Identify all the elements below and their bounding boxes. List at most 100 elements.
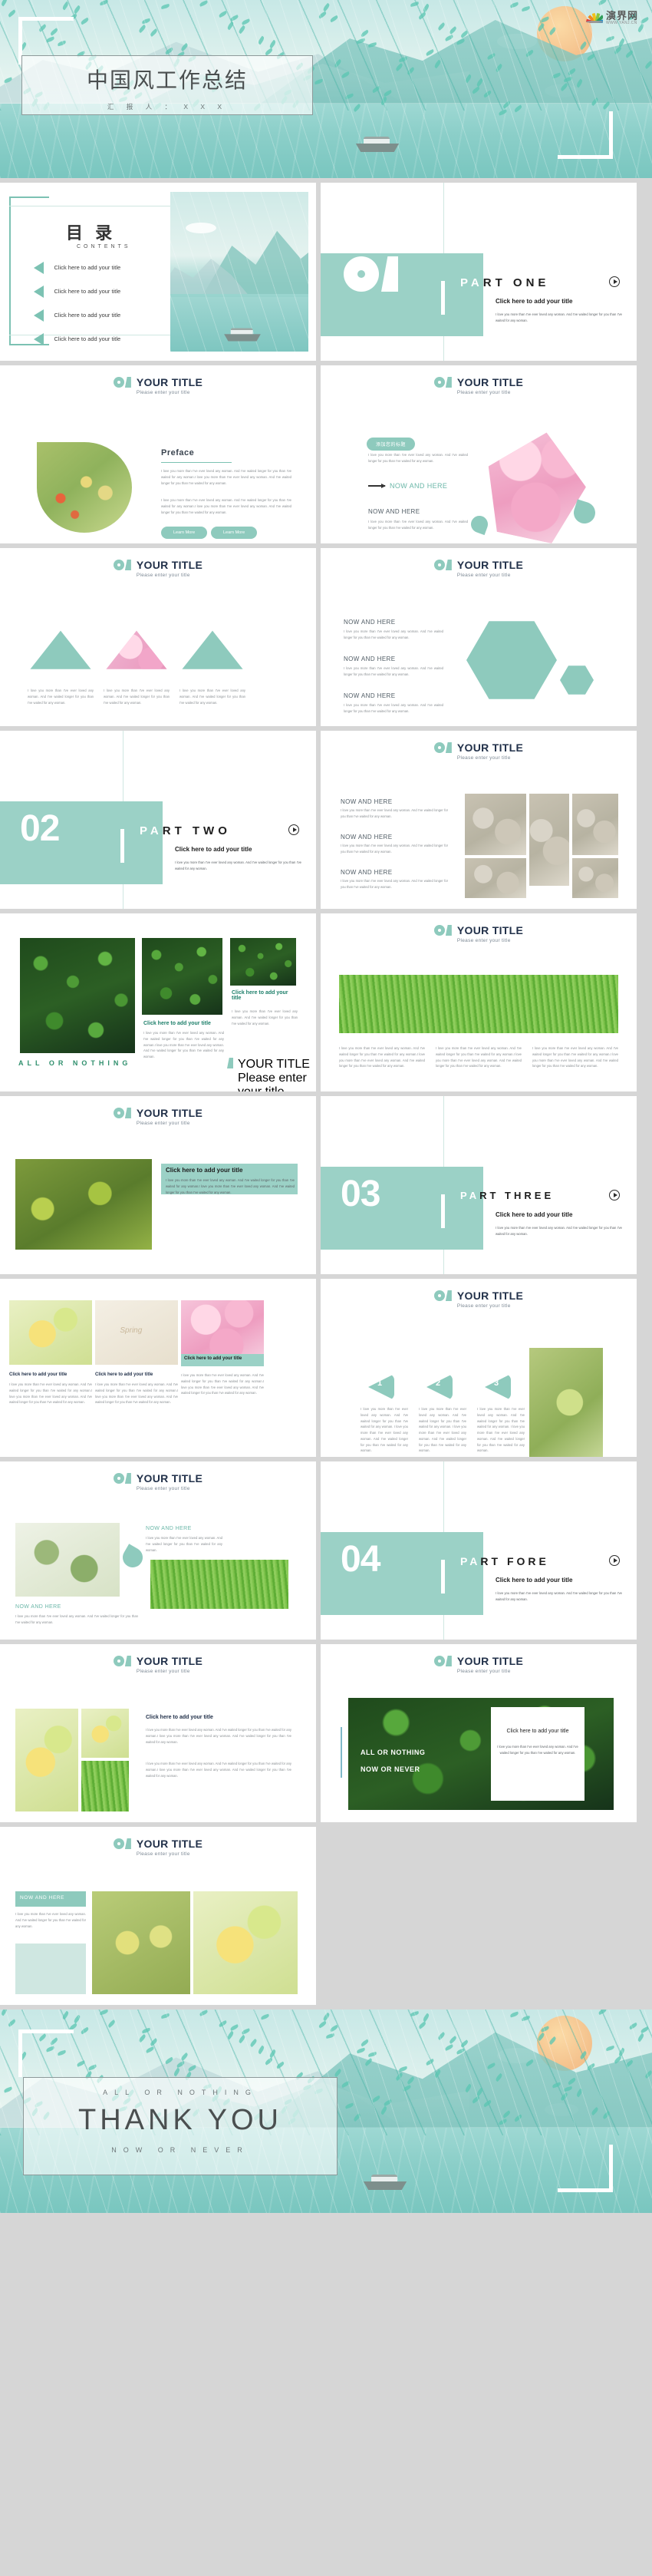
cover-slide[interactable]: 中国风工作总结 汇 报 人 ： X X X 演界网 WWW.YANJ.CN [0,0,652,178]
slide-title: YOUR TITLE [456,924,524,936]
hex-item-text-2: I love you more than I've ever loved any… [344,666,443,676]
toc-item-1[interactable]: Click here to add your title [34,285,120,299]
grass-col-1: I love you more than I've ever loved any… [339,1046,425,1068]
motto-all-or-nothing: ALL OR NOTHING [361,1749,426,1756]
now-and-here-row: NOW AND HERE [368,482,447,490]
content-slide-stone[interactable]: YOUR TITLE Please enter your title NOW A… [321,731,637,909]
photo-lemon [9,1300,92,1365]
triangle-left-icon [34,285,44,298]
closing-bottom-label: NOW OR NEVER [111,2146,249,2154]
stone-item-label-3: NOW AND HERE [341,869,393,876]
photo-stone-1 [465,794,526,855]
toc-item-3[interactable]: Click here to add your title [34,332,120,346]
toc-item-0[interactable]: Click here to add your title [34,261,120,275]
hedge-card-text-2: I love you more than I've ever loved any… [232,1009,298,1025]
photo-stone-4 [465,858,526,898]
slide-header: YOUR TITLE Please enter your title [321,913,637,943]
olive-item-label-2: NOW AND HERE [15,1604,61,1610]
content-slide-pear[interactable]: YOUR TITLE Please enter your title NOW A… [0,1827,316,2005]
slide-title: YOUR TITLE [136,376,203,388]
hex-item-label-2: NOW AND HERE [344,656,396,662]
marker-label-2: 2 [436,1379,441,1388]
olive-item-label-1: NOW AND HERE [146,1526,192,1531]
forest-caption: Click here to add your title [166,1167,243,1174]
slide-title: YOUR TITLE [456,741,524,754]
slide-subtitle: Please enter your title [456,1303,511,1309]
content-slide-preface[interactable]: 01 YOUR TITLE Please enter your title Pr… [0,365,316,543]
photo-pink-flowers [466,621,557,699]
stone-item-text-1: I love you more than I've ever loved any… [341,808,448,818]
slide-title: YOUR TITLE [238,1058,310,1071]
slide-number: 01 [113,377,131,388]
photo-lemon-sq1 [81,1709,129,1758]
preface-heading: Preface [161,448,195,457]
slide-header: YOUR TITLE Please enter your title [321,548,637,578]
slide-subtitle: Please enter your title [136,1486,190,1491]
closing-text-box: ALL OR NOTHING THANK YOU NOW OR NEVER [23,2077,338,2175]
section-slide-03[interactable]: 03 PART THREE Click here to add your tit… [321,1096,637,1274]
toc-title: 目 录 [66,223,117,243]
photo-hedge-small [230,938,296,986]
content-slide-dark[interactable]: YOUR TITLE Please enter your title ALL O… [321,1644,637,1822]
section-slide-02[interactable]: 02 PART TWO Click here to add your title… [0,731,316,909]
content-slide-hedge[interactable]: ALL OR NOTHING Click here to add your ti… [0,913,316,1091]
content-slide-forest[interactable]: YOUR TITLE Please enter your title Click… [0,1096,316,1274]
photo-stone-2 [529,794,569,886]
slide-subtitle: Please enter your title [238,1072,307,1091]
section-title: Click here to add your title [496,1211,573,1218]
play-icon[interactable] [609,1555,620,1566]
section-paragraph: I love you more than I've ever loved any… [496,1591,622,1601]
badge-label: 添加您的标题 [367,438,416,451]
stone-item-text-2: I love you more than I've ever loved any… [341,844,448,854]
slide-subtitle: Please enter your title [136,1851,190,1857]
closing-slide[interactable]: ALL OR NOTHING THANK YOU NOW OR NEVER [0,2010,652,2213]
content-slide-olive[interactable]: YOUR TITLE Please enter your title NOW A… [0,1461,316,1640]
marker-label-3: 3 [494,1379,499,1388]
brand-logo[interactable]: 演界网 WWW.YANJ.CN [585,10,638,25]
triangle-left-icon [34,332,44,345]
content-slide-hexagon[interactable]: YOUR TITLE Please enter your title NOW A… [321,548,637,726]
section-number: 02 [20,808,60,849]
section-number [344,256,398,292]
photo-spring: Spring [95,1300,178,1365]
slide-subtitle: Please enter your title [456,573,511,578]
section-slide-01[interactable]: PART ONE Click here to add your title I … [321,183,637,361]
slide-number [433,1656,452,1666]
content-slide-lemon[interactable]: YOUR TITLE Please enter your title Click… [0,1644,316,1822]
slide-title: YOUR TITLE [456,1290,524,1302]
slide-number [113,1473,131,1484]
slide-number [433,925,452,936]
spring-card-text-3: I love you more than I've ever loved any… [181,1373,264,1395]
hex-item-label-3: NOW AND HERE [344,692,396,699]
content-slide-triangles[interactable]: YOUR TITLE Please enter your title I lov… [0,548,316,726]
play-icon[interactable] [288,824,299,835]
cover-subtitle: 汇 报 人 ： X X X [107,103,228,111]
slide-subtitle: Please enter your title [456,390,511,395]
sprout-text-1: I love you more than I've ever loved any… [361,1407,408,1453]
slide-header: YOUR TITLE Please enter your title [0,1644,316,1674]
learn-more-button-1[interactable]: Learn More [161,523,208,539]
hex-item-text-3: I love you more than I've ever loved any… [344,703,443,713]
content-slide-sakura[interactable]: YOUR TITLE Please enter your title 添加您的标… [321,365,637,543]
learn-more-label: Learn More [211,527,258,539]
slide-title: YOUR TITLE [456,559,524,571]
photo-pear-large [92,1891,190,1994]
dark-card-title: Click here to add your title [506,1729,569,1734]
logo-name: 演界网 [605,10,638,21]
slide-number [113,1108,131,1118]
photo-stone-3 [572,794,618,855]
section-paragraph: I love you more than I've ever loved any… [496,312,622,322]
content-slide-sprout[interactable]: YOUR TITLE Please enter your title 1 2 3… [321,1279,637,1457]
badge-add-title[interactable]: 添加您的标题 [367,436,416,451]
toc-slide[interactable]: 目 录 CONTENTS Click here to add your titl… [0,183,316,361]
section-number: 04 [341,1539,380,1580]
content-slide-spring[interactable]: Spring Click here to add your title Clic… [0,1279,316,1457]
content-slide-grass[interactable]: YOUR TITLE Please enter your title I lov… [321,913,637,1091]
slide-number [113,560,131,570]
arrow-right-icon [368,483,386,488]
play-icon[interactable] [609,1190,620,1200]
learn-more-button-2[interactable]: Learn More [211,523,258,539]
play-icon[interactable] [609,276,620,287]
toc-item-2[interactable]: Click here to add your title [34,309,120,322]
section-slide-04[interactable]: 04 PART FORE Click here to add your titl… [321,1461,637,1640]
